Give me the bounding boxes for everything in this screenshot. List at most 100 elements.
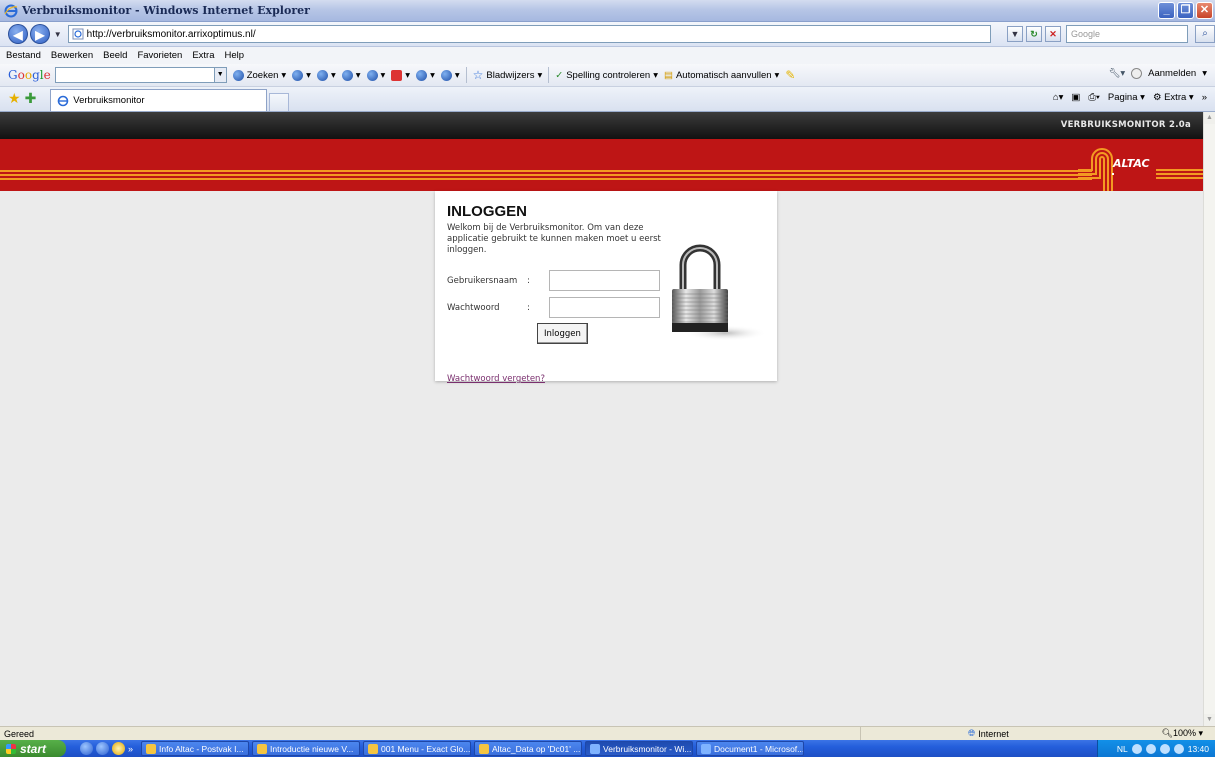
minimize-button[interactable]: _: [1158, 2, 1175, 19]
toolbar-button-1[interactable]: ▾: [292, 69, 311, 81]
clock[interactable]: 13:40: [1188, 744, 1209, 754]
google-search-icon: [232, 69, 244, 81]
highlighter-icon: ✎: [785, 68, 796, 82]
start-button[interactable]: start: [0, 740, 66, 757]
scroll-down-icon[interactable]: ▼: [1204, 714, 1215, 726]
tray-icon[interactable]: [1145, 743, 1156, 754]
address-dropdown-icon[interactable]: ▼: [1007, 26, 1024, 42]
padlock-icon: [672, 244, 767, 341]
menu-favorieten[interactable]: Favorieten: [137, 50, 182, 61]
toolbar-icon: [416, 69, 428, 81]
home-icon[interactable]: ⌂▾: [1053, 92, 1064, 103]
popup-blocker-icon: [391, 69, 403, 81]
spelling-button[interactable]: ✓ Spelling controleren ▾: [555, 70, 658, 81]
maximize-button[interactable]: ❐: [1177, 2, 1194, 19]
toolbar-button-6[interactable]: ▾: [416, 69, 435, 81]
site-banner: ALTAC: [0, 139, 1203, 191]
extra-menu[interactable]: ⚙ Extra ▾: [1153, 92, 1194, 103]
tray-icon[interactable]: [1131, 743, 1142, 754]
tab-verbruiksmonitor[interactable]: Verbruiksmonitor: [50, 89, 268, 111]
forward-button[interactable]: ▶: [29, 24, 50, 44]
toolbar-button-7[interactable]: ▾: [440, 69, 460, 81]
search-icon[interactable]: ⌕: [1195, 25, 1215, 43]
taskbar-item-active[interactable]: Verbruiksmonitor - Wi...: [585, 741, 694, 756]
address-bar-row: ◀ ▶ ▼ http://verbruiksmonitor.arrixoptim…: [0, 22, 1215, 47]
password-colon: :: [527, 302, 530, 313]
login-button[interactable]: Inloggen: [537, 323, 588, 344]
refresh-icon[interactable]: ↻: [1026, 26, 1043, 42]
taskbar-item[interactable]: Altac_Data op 'Dc01' ...: [474, 741, 583, 756]
add-favorites-icon[interactable]: ✚: [25, 90, 37, 107]
search-input[interactable]: Google: [1066, 25, 1189, 43]
window-titlebar: Verbruiksmonitor - Windows Internet Expl…: [0, 0, 1215, 22]
toolbar-button-4[interactable]: ▾: [366, 69, 385, 81]
ie-tab-icon: [57, 95, 69, 106]
taskbar-item-label: Document1 - Microsof...: [714, 743, 805, 754]
print-icon[interactable]: ⎙▾: [1088, 92, 1100, 103]
taskbar-item[interactable]: Info Altac - Postvak I...: [141, 741, 250, 756]
google-search-dropdown-icon[interactable]: ▼: [214, 67, 227, 83]
banner-stripe: [0, 170, 1092, 172]
page-menu[interactable]: Pagina ▾: [1108, 92, 1145, 103]
back-button[interactable]: ◀: [8, 24, 28, 44]
scroll-up-icon[interactable]: ▲: [1204, 112, 1215, 124]
tray-icon[interactable]: [1173, 743, 1184, 754]
taskbar-item-label: Verbruiksmonitor - Wi...: [603, 743, 692, 754]
google-search-button[interactable]: Zoeken ▾: [232, 69, 286, 81]
google-logo: Google: [8, 68, 51, 82]
menu-bestand[interactable]: Bestand: [6, 50, 41, 61]
address-field[interactable]: http://verbruiksmonitor.arrixoptimus.nl/: [67, 25, 992, 43]
outlook-quick-icon[interactable]: [112, 742, 125, 755]
stop-icon[interactable]: ✕: [1045, 26, 1062, 42]
highlighter-button[interactable]: ✎: [785, 68, 795, 82]
ie-icon: [4, 4, 18, 17]
ie-quick-icon[interactable]: [96, 742, 109, 755]
username-label: Gebruikersnaam: [447, 275, 518, 286]
toolbar-button-3[interactable]: ▾: [341, 69, 361, 81]
quick-launch-icon[interactable]: [80, 742, 93, 755]
menu-bewerken[interactable]: Bewerken: [51, 50, 93, 61]
username-input[interactable]: [549, 270, 660, 291]
toolbar-button-5[interactable]: ▾: [391, 69, 410, 81]
start-label: start: [20, 741, 47, 756]
vertical-scrollbar[interactable]: ▲ ▼: [1203, 112, 1215, 726]
toolbar-divider: [465, 67, 467, 83]
star-icon: ☆: [472, 68, 484, 82]
toolbar-button-2[interactable]: ▾: [316, 69, 336, 81]
language-indicator[interactable]: NL: [1117, 744, 1128, 754]
signin-link[interactable]: Aanmelden: [1148, 68, 1196, 79]
window-title: Verbruiksmonitor - Windows Internet Expl…: [22, 4, 310, 17]
history-dropdown-icon[interactable]: ▼: [54, 30, 62, 39]
more-chevron-icon[interactable]: »: [1202, 92, 1207, 103]
bookmarks-button[interactable]: ☆ Bladwijzers ▾: [473, 68, 543, 82]
menu-bar: Bestand Bewerken Beeld Favorieten Extra …: [0, 47, 1215, 64]
zoom-control[interactable]: 🔍︎100% ▾: [1162, 728, 1204, 739]
taskbar-item[interactable]: Document1 - Microsof...: [696, 741, 805, 756]
menu-extra[interactable]: Extra: [192, 50, 214, 61]
quick-launch: »: [80, 742, 133, 755]
close-button[interactable]: ✕: [1196, 2, 1213, 19]
folder-icon: [479, 743, 490, 754]
app-version: VERBRUIKSMONITOR 2.0a: [1060, 120, 1191, 130]
wrench-icon[interactable]: 🔧︎▾: [1108, 68, 1125, 79]
toolbar-icon: [316, 69, 328, 81]
taskbar-item[interactable]: Introductie nieuwe V...: [252, 741, 361, 756]
ie-icon: [590, 743, 601, 754]
forgot-password-link[interactable]: Wachtwoord vergeten?: [447, 374, 765, 384]
taskbar-item[interactable]: 001 Menu - Exact Glo...: [363, 741, 472, 756]
favorites-star-icon[interactable]: ★: [8, 90, 21, 107]
password-input[interactable]: [549, 297, 660, 318]
menu-beeld[interactable]: Beeld: [103, 50, 127, 61]
menu-help[interactable]: Help: [225, 50, 245, 61]
autofill-icon: ▤: [663, 69, 673, 81]
banner-stripe: [0, 174, 1092, 176]
new-tab-button[interactable]: [269, 93, 290, 111]
autofill-button[interactable]: ▤ Automatisch aanvullen ▾: [664, 70, 779, 81]
google-search-input[interactable]: [54, 67, 215, 83]
security-zone: 🌐︎ Internet: [968, 728, 1009, 739]
quick-launch-more-icon[interactable]: »: [128, 744, 133, 754]
status-text: Gereed: [4, 728, 35, 739]
tray-icon[interactable]: [1159, 743, 1170, 754]
taskbar-item-label: Altac_Data op 'Dc01' ...: [492, 743, 581, 754]
feeds-icon[interactable]: ▣: [1071, 92, 1080, 103]
